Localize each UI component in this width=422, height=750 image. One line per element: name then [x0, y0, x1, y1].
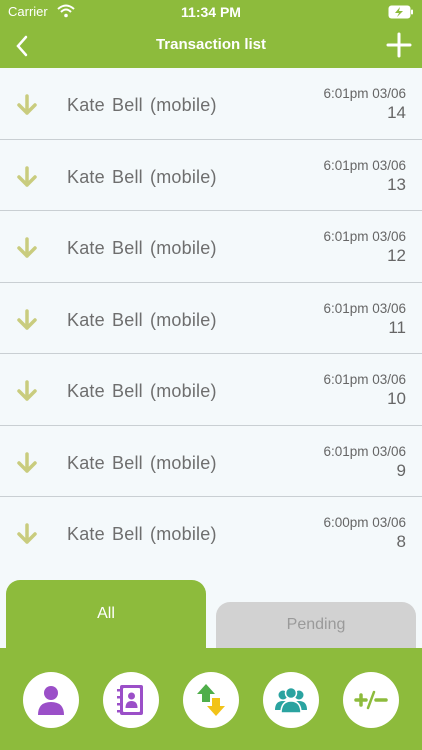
tab-pending[interactable]: Pending: [216, 602, 416, 648]
profile-icon: [38, 686, 64, 715]
transaction-time: 6:00pm 03/06: [323, 515, 406, 530]
transaction-number: 12: [387, 246, 406, 265]
transaction-name: Kate Bell (mobile): [67, 381, 217, 401]
status-time: 11:34 PM: [181, 4, 241, 20]
incoming-arrow-icon: [17, 165, 37, 187]
transaction-name: Kate Bell (mobile): [67, 309, 217, 330]
transaction-name: Kate Bell (mobile): [67, 452, 217, 473]
transaction-number: 11: [388, 317, 406, 337]
bottom-toolbar: [0, 648, 422, 750]
transaction-time: 6:01pm 03/06: [323, 443, 406, 459]
status-bar: Carrier 11:34 PM: [0, 0, 422, 26]
transaction-row[interactable]: Kate Bell (mobile) 6:01pm 03/06 14: [0, 68, 422, 140]
add-icon[interactable]: [386, 32, 412, 58]
transaction-name: Kate Bell (mobile): [67, 166, 217, 187]
transfer-button[interactable]: [183, 672, 239, 728]
transaction-name: Kate Bell (mobile): [67, 95, 217, 115]
incoming-arrow-icon: [17, 523, 37, 544]
tab-all[interactable]: All: [6, 580, 206, 648]
transaction-row[interactable]: Kate Bell (mobile) 6:01pm 03/06 12: [0, 211, 422, 283]
transaction-row[interactable]: Kate Bell (mobile) 6:01pm 03/06 9: [0, 425, 422, 497]
incoming-arrow-icon: [17, 380, 37, 401]
transaction-row[interactable]: Kate Bell (mobile) 6:00pm 03/06 8: [0, 497, 422, 568]
transaction-name: Kate Bell (mobile): [67, 524, 217, 544]
transaction-number: 8: [396, 532, 406, 551]
navigation-bar: Transaction list: [0, 26, 422, 68]
transaction-name: Kate Bell (mobile): [67, 238, 217, 258]
plus-minus-icon: [354, 690, 388, 710]
incoming-arrow-icon: [17, 451, 37, 473]
transaction-row[interactable]: Kate Bell (mobile) 6:01pm 03/06 10: [0, 354, 422, 426]
adjust-balance-button[interactable]: [343, 672, 399, 728]
transaction-time: 6:01pm 03/06: [323, 300, 406, 316]
group-button[interactable]: [263, 672, 319, 728]
incoming-arrow-icon: [17, 308, 37, 330]
transaction-number: 14: [387, 103, 406, 122]
profile-button[interactable]: [23, 672, 79, 728]
transaction-time: 6:01pm 03/06: [323, 86, 406, 101]
group-icon: [275, 686, 307, 714]
page-title: Transaction list: [155, 36, 267, 53]
transaction-number: 10: [387, 389, 406, 408]
transaction-number: 9: [396, 460, 406, 480]
transfer-arrows-icon: [197, 684, 225, 716]
transaction-row[interactable]: Kate Bell (mobile) 6:01pm 03/06 11: [0, 282, 422, 354]
transaction-row[interactable]: Kate Bell (mobile) 6:01pm 03/06 13: [0, 139, 422, 211]
incoming-arrow-icon: [17, 237, 37, 258]
transaction-time: 6:01pm 03/06: [323, 157, 406, 173]
incoming-arrow-icon: [17, 94, 37, 115]
filter-tabs: All Pending: [0, 568, 422, 648]
transaction-time: 6:01pm 03/06: [323, 229, 406, 244]
battery-icon: [388, 5, 413, 19]
contacts-book-icon: [117, 685, 143, 715]
contacts-button[interactable]: [103, 672, 159, 728]
transaction-time: 6:01pm 03/06: [323, 372, 406, 387]
transaction-list: Kate Bell (mobile) 6:01pm 03/06 14 Kate …: [0, 68, 422, 568]
transaction-number: 13: [387, 174, 406, 194]
